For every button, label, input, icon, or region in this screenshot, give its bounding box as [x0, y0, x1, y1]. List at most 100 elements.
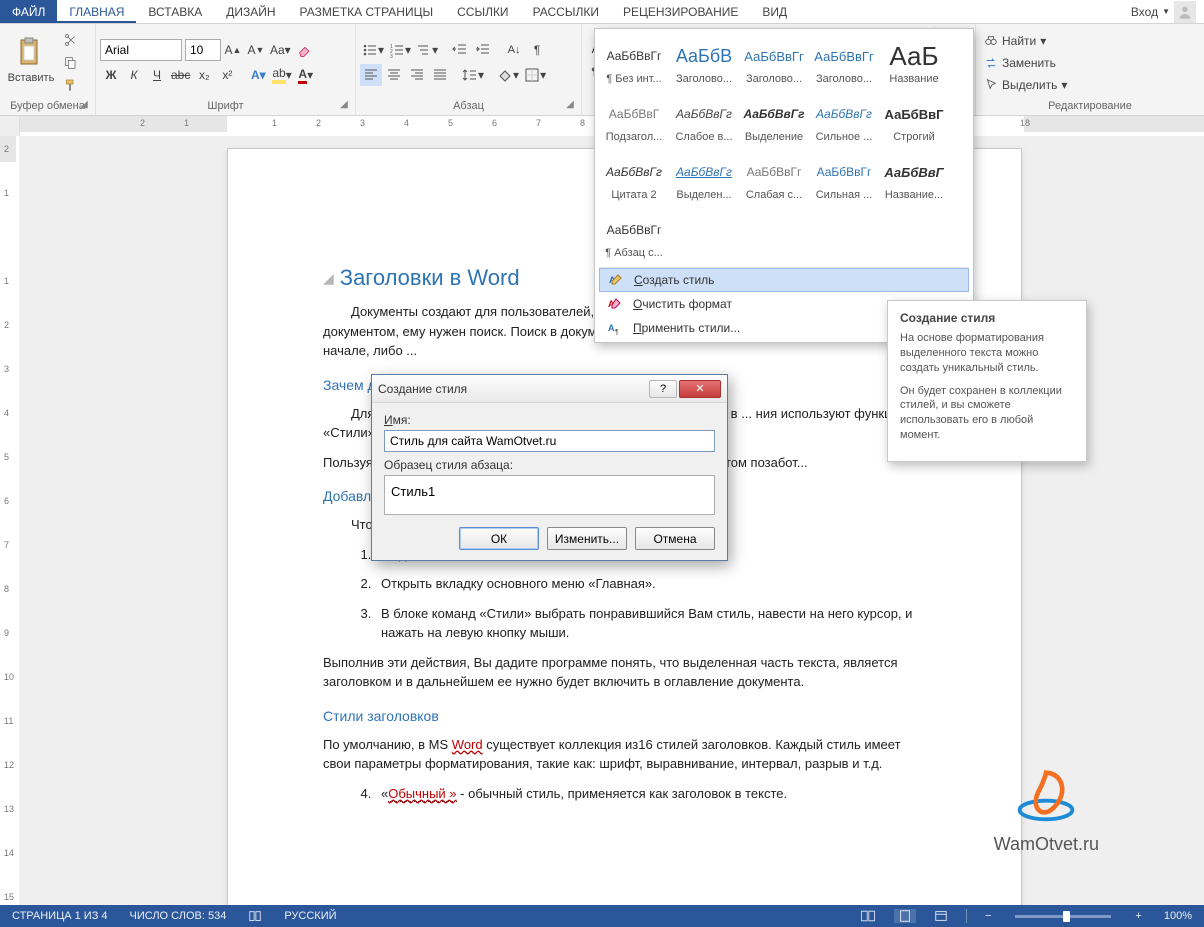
- dialog-launcher-icon[interactable]: ◢: [563, 99, 577, 113]
- create-style-tooltip: Создание стиля На основе форматирования …: [887, 300, 1087, 462]
- tab-layout[interactable]: РАЗМЕТКА СТРАНИЦЫ: [288, 0, 446, 23]
- italic-button[interactable]: К: [123, 64, 145, 86]
- line-spacing-button[interactable]: ▾: [460, 64, 486, 86]
- font-color-button[interactable]: A▾: [295, 64, 317, 86]
- highlight-button[interactable]: ab▾: [270, 64, 293, 86]
- style-gallery-item[interactable]: АаБбВвГг¶ Абзац с...: [599, 207, 669, 265]
- svg-text:3: 3: [390, 54, 393, 58]
- zoom-slider[interactable]: [1015, 915, 1111, 918]
- copy-icon: [63, 55, 79, 71]
- word-count-status[interactable]: ЧИСЛО СЛОВ: 534: [126, 910, 231, 922]
- ok-button[interactable]: ОК: [459, 527, 539, 550]
- group-editing-label: Редактирование: [980, 98, 1200, 115]
- font-size-input[interactable]: [185, 39, 221, 61]
- style-gallery-item[interactable]: АаБбВвГСтрогий: [879, 91, 949, 149]
- superscript-button[interactable]: x²: [216, 64, 238, 86]
- dialog-titlebar[interactable]: Создание стиля ? ✕: [372, 375, 727, 403]
- svg-text:¶: ¶: [615, 329, 619, 336]
- align-left-button[interactable]: [360, 64, 382, 86]
- web-layout-button[interactable]: [930, 909, 952, 923]
- style-gallery-item[interactable]: АаБбВвГг¶ Без инт...: [599, 33, 669, 91]
- tab-file[interactable]: ФАЙЛ: [0, 0, 57, 23]
- replace-icon: [984, 56, 998, 70]
- paint-bucket-icon: [497, 67, 513, 83]
- style-gallery-item[interactable]: АаБбВвГгСлабое в...: [669, 91, 739, 149]
- clear-format-button[interactable]: [294, 39, 316, 61]
- style-gallery-item[interactable]: АаБбВЗаголово...: [669, 33, 739, 91]
- zoom-in-button[interactable]: +: [1131, 910, 1145, 922]
- style-gallery-item[interactable]: АаБбВвГгЗаголово...: [809, 33, 879, 91]
- paste-button[interactable]: Вставить: [4, 27, 58, 93]
- tab-references[interactable]: ССЫЛКИ: [445, 0, 520, 23]
- outdent-button[interactable]: [449, 39, 471, 61]
- style-gallery-item[interactable]: АаБбВвГНазвание...: [879, 149, 949, 207]
- print-layout-button[interactable]: [894, 909, 916, 923]
- clear-format-icon: A: [607, 296, 623, 312]
- format-painter-button[interactable]: [60, 75, 82, 97]
- font-name-input[interactable]: [100, 39, 182, 61]
- text-effects-button[interactable]: A▾: [247, 64, 269, 86]
- grow-font-button[interactable]: A▲: [222, 39, 244, 61]
- style-gallery-item[interactable]: АаБбВвГгСильная ...: [809, 149, 879, 207]
- read-mode-icon: [860, 909, 876, 923]
- style-name-input[interactable]: [384, 430, 715, 452]
- replace-button[interactable]: Заменить: [980, 52, 1200, 74]
- multilevel-button[interactable]: ▾: [414, 39, 440, 61]
- tab-insert[interactable]: ВСТАВКА: [136, 0, 214, 23]
- style-gallery-item[interactable]: АаБбВвГгСильное ...: [809, 91, 879, 149]
- bullets-button[interactable]: ▾: [360, 39, 386, 61]
- status-bar: СТРАНИЦА 1 ИЗ 4 ЧИСЛО СЛОВ: 534 РУССКИЙ …: [0, 905, 1204, 927]
- align-right-button[interactable]: [406, 64, 428, 86]
- pilcrow-button[interactable]: ¶: [526, 39, 548, 61]
- tab-review[interactable]: РЕЦЕНЗИРОВАНИЕ: [611, 0, 750, 23]
- indent-button[interactable]: [472, 39, 494, 61]
- style-gallery-item[interactable]: АаБНазвание: [879, 33, 949, 91]
- select-button[interactable]: Выделить ▾: [980, 74, 1200, 96]
- group-paragraph-label: Абзац◢: [360, 98, 577, 115]
- zoom-level[interactable]: 100%: [1160, 910, 1196, 922]
- copy-button[interactable]: [60, 52, 82, 74]
- brush-icon: [63, 78, 79, 94]
- create-style-command[interactable]: A ССоздать стильоздать стиль: [599, 268, 969, 292]
- align-justify-button[interactable]: [429, 64, 451, 86]
- style-gallery-item[interactable]: АаБбВвГгВыделен...: [669, 149, 739, 207]
- modify-button[interactable]: Изменить...: [547, 527, 627, 550]
- shading-button[interactable]: ▾: [495, 64, 521, 86]
- dialog-help-button[interactable]: ?: [649, 380, 677, 398]
- subscript-button[interactable]: x₂: [193, 64, 215, 86]
- style-gallery-item[interactable]: АаБбВвГгСлабая с...: [739, 149, 809, 207]
- change-case-button[interactable]: Aa▾: [268, 39, 293, 61]
- page-number-status[interactable]: СТРАНИЦА 1 ИЗ 4: [8, 910, 112, 922]
- spellcheck-status[interactable]: [244, 909, 266, 923]
- dialog-launcher-icon[interactable]: ◢: [337, 99, 351, 113]
- find-button[interactable]: Найти ▾: [980, 30, 1200, 52]
- dialog-launcher-icon[interactable]: ◢: [77, 99, 91, 113]
- style-gallery-item[interactable]: АаБбВвГгЦитата 2: [599, 149, 669, 207]
- underline-button[interactable]: Ч: [146, 64, 168, 86]
- tab-mailings[interactable]: РАССЫЛКИ: [521, 0, 611, 23]
- strike-button[interactable]: abc: [169, 64, 192, 86]
- tab-view[interactable]: ВИД: [750, 0, 799, 23]
- style-gallery-item[interactable]: АаБбВвГгВыделение: [739, 91, 809, 149]
- cancel-button[interactable]: Отмена: [635, 527, 715, 550]
- language-status[interactable]: РУССКИЙ: [280, 910, 340, 922]
- zoom-out-button[interactable]: −: [981, 910, 995, 922]
- align-center-button[interactable]: [383, 64, 405, 86]
- style-gallery-item[interactable]: АаБбВвГПодзагол...: [599, 91, 669, 149]
- account-login[interactable]: Вход▼: [1123, 0, 1204, 23]
- dialog-close-button[interactable]: ✕: [679, 380, 721, 398]
- tab-home[interactable]: ГЛАВНАЯ: [57, 0, 136, 23]
- tab-design[interactable]: ДИЗАЙН: [214, 0, 287, 23]
- style-gallery-item[interactable]: АаБбВвГгЗаголово...: [739, 33, 809, 91]
- sort-button[interactable]: A↓: [503, 39, 525, 61]
- read-mode-button[interactable]: [856, 909, 880, 923]
- numbering-button[interactable]: 123▾: [387, 39, 413, 61]
- align-justify-icon: [432, 67, 448, 83]
- shrink-font-button[interactable]: A▼: [245, 39, 267, 61]
- cursor-icon: [984, 78, 998, 92]
- name-label: Имя:: [384, 413, 715, 427]
- bold-button[interactable]: Ж: [100, 64, 122, 86]
- vertical-ruler[interactable]: 21123456789101112131415: [0, 136, 20, 910]
- borders-button[interactable]: ▾: [522, 64, 548, 86]
- cut-button[interactable]: [60, 29, 82, 51]
